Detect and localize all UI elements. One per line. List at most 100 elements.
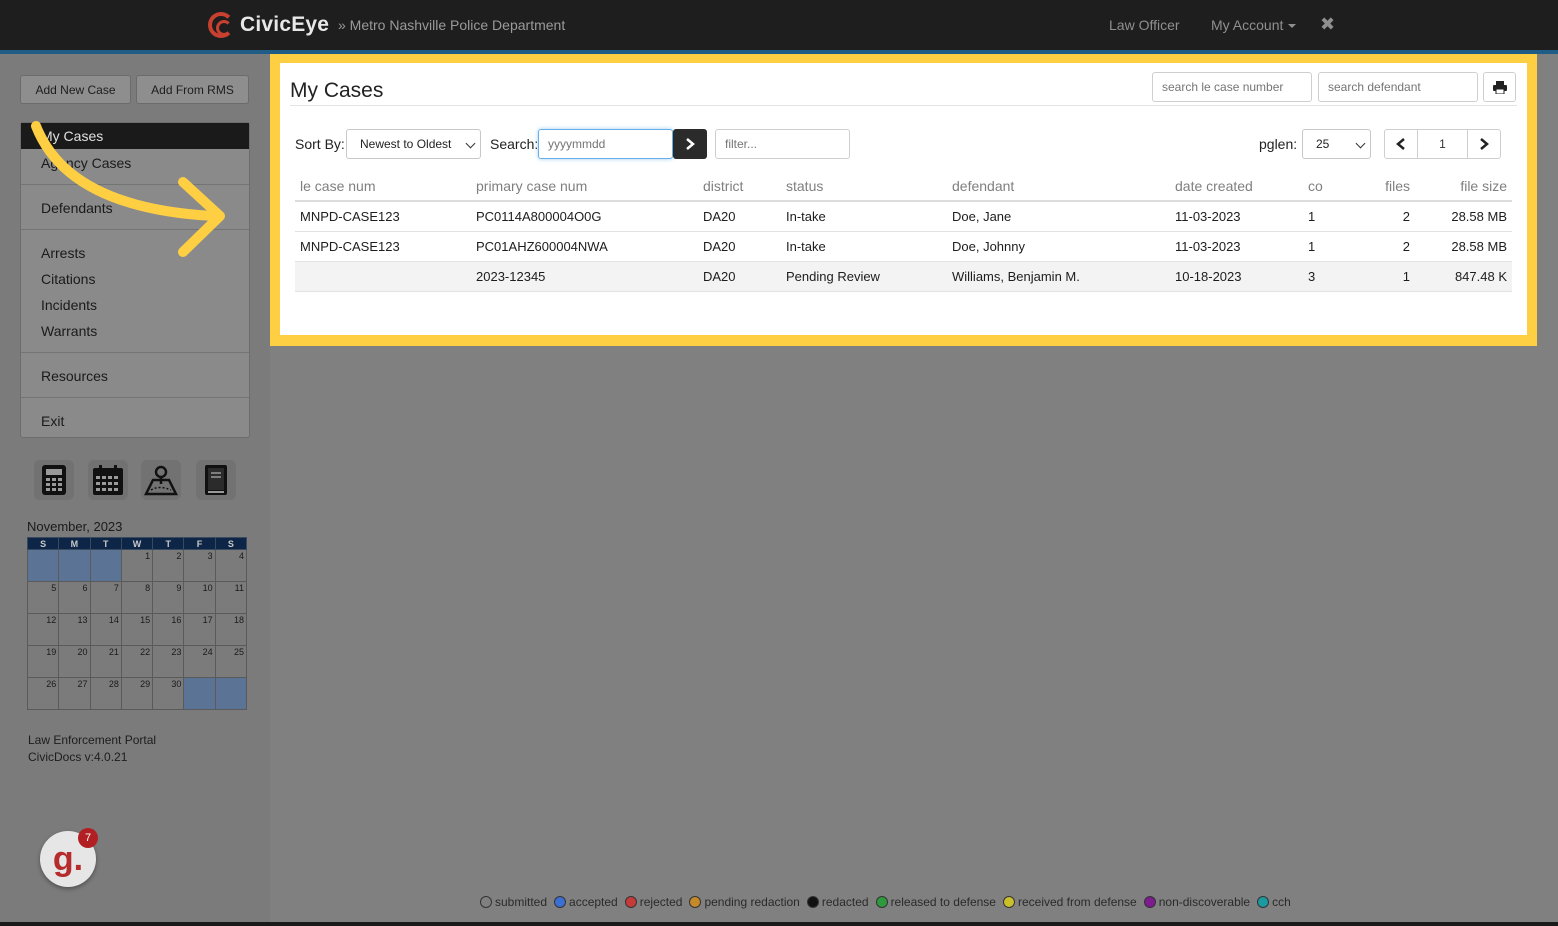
calendar-day[interactable]: 15	[120, 613, 154, 646]
department-name: » Metro Nashville Police Department	[338, 17, 566, 33]
column-header[interactable]: le case num	[295, 171, 471, 202]
calendar-day[interactable]: 11	[214, 581, 248, 614]
page-length-select[interactable]: 25	[1302, 129, 1371, 159]
nav-law-officer[interactable]: Law Officer	[1109, 17, 1180, 33]
calendar-day[interactable]: 18	[214, 613, 248, 646]
legend-label: rejected	[639, 895, 683, 909]
cell-primary-case-num: PC0114A800004O0G	[471, 201, 698, 232]
status-dot-icon	[1002, 896, 1015, 908]
calendar-weekday: T	[152, 537, 185, 550]
cell-le-case-num: MNPD-CASE123	[295, 231, 471, 262]
calendar-day[interactable]: 20	[58, 645, 91, 678]
cell-files: 2	[1339, 201, 1415, 232]
map-icon[interactable]	[141, 460, 181, 500]
calendar-day[interactable]: 16	[152, 613, 185, 646]
calendar-day[interactable]: 6	[58, 581, 91, 614]
calendar-day[interactable]: 29	[120, 677, 154, 710]
add-new-case-button[interactable]: Add New Case	[20, 75, 131, 104]
previous-page-button[interactable]	[1384, 129, 1418, 159]
legend-item: submitted	[480, 895, 547, 909]
cell-district: DA20	[698, 261, 781, 292]
calendar-weekday: S	[26, 537, 60, 550]
column-header[interactable]: file size	[1415, 171, 1512, 202]
close-icon[interactable]: ✖	[1320, 14, 1335, 35]
calendar-day[interactable]: 1	[120, 549, 154, 582]
search-go-button[interactable]	[673, 129, 707, 159]
column-header[interactable]: defendant	[947, 171, 1170, 202]
table-row[interactable]: 2023-12345 DA20 Pending Review Williams,…	[295, 261, 1512, 292]
calendar-day[interactable]: 5	[26, 581, 60, 614]
legend-item: non-discoverable	[1143, 895, 1251, 909]
status-legend: submitted accepted rejected pending redacti…	[480, 895, 1291, 909]
calendar-day[interactable]: 28	[89, 677, 122, 710]
calendar-day[interactable]: 19	[26, 645, 60, 678]
calendar-day[interactable]: 30	[152, 677, 185, 710]
legend-label: non-discoverable	[1158, 895, 1251, 909]
sort-select[interactable]: Newest to Oldest	[346, 129, 481, 159]
status-dot-icon	[554, 896, 567, 908]
title-divider	[290, 105, 1517, 106]
calendar-day[interactable]: 23	[152, 645, 185, 678]
status-dot-icon	[624, 896, 637, 908]
sidebar-item-warrants[interactable]: Warrants	[41, 323, 97, 339]
calendar-day[interactable]: 8	[120, 581, 154, 614]
search-defendant-input[interactable]	[1318, 72, 1478, 102]
annotation-arrow-icon	[31, 121, 225, 257]
calendar-day[interactable]: 26	[26, 677, 60, 710]
legend-label: pending redaction	[704, 895, 800, 909]
column-header[interactable]: co	[1303, 171, 1339, 202]
nav-my-account[interactable]: My Account	[1211, 17, 1297, 33]
calendar-day[interactable]: 27	[58, 677, 91, 710]
calculator-icon[interactable]	[34, 460, 74, 500]
calendar-day[interactable]: 2	[152, 549, 185, 582]
column-header[interactable]: files	[1339, 171, 1415, 202]
filter-input[interactable]	[715, 129, 850, 159]
column-header[interactable]: district	[698, 171, 781, 202]
date-search-input[interactable]	[538, 129, 673, 159]
book-icon[interactable]	[196, 460, 236, 500]
cell-co: 1	[1303, 231, 1339, 262]
brand[interactable]: CivicEye	[208, 11, 329, 39]
calendar-day[interactable]: 24	[183, 645, 216, 678]
column-header[interactable]: date created	[1170, 171, 1303, 202]
calendar-icon[interactable]	[88, 460, 128, 500]
table-row[interactable]: MNPD-CASE123 PC01AHZ600004NWA DA20 In-ta…	[295, 231, 1512, 262]
calendar-empty-cell	[214, 677, 248, 710]
calendar-empty-cell	[58, 549, 91, 582]
cell-files: 1	[1339, 261, 1415, 292]
calendar-day[interactable]: 3	[183, 549, 216, 582]
civiceye-logo-icon	[208, 12, 234, 38]
legend-label: redacted	[821, 895, 869, 909]
print-button[interactable]	[1483, 72, 1516, 102]
sidebar-item-exit[interactable]: Exit	[41, 413, 64, 429]
calendar-day[interactable]: 21	[89, 645, 122, 678]
legend-item: accepted	[554, 895, 618, 909]
print-icon	[1492, 80, 1507, 94]
calendar-day[interactable]: 17	[183, 613, 216, 646]
cell-file-size: 28.58 MB	[1415, 231, 1512, 262]
calendar-day[interactable]: 13	[58, 613, 91, 646]
page-number-field[interactable]: 1	[1417, 129, 1468, 159]
calendar-day[interactable]: 14	[89, 613, 122, 646]
sidebar-item-incidents[interactable]: Incidents	[41, 297, 97, 313]
calendar-day[interactable]: 7	[89, 581, 122, 614]
calendar-day[interactable]: 22	[120, 645, 154, 678]
add-from-rms-button[interactable]: Add From RMS	[136, 75, 249, 104]
sidebar-item-resources[interactable]: Resources	[41, 368, 108, 384]
calendar-day[interactable]: 10	[183, 581, 216, 614]
column-header[interactable]: primary case num	[471, 171, 698, 202]
calendar-day[interactable]: 9	[152, 581, 185, 614]
next-page-button[interactable]	[1467, 129, 1501, 159]
status-dot-icon	[689, 896, 702, 908]
search-case-number-input[interactable]	[1152, 72, 1312, 102]
cell-defendant: Doe, Jane	[947, 201, 1170, 232]
calendar-day[interactable]: 25	[214, 645, 248, 678]
sidebar-item-citations[interactable]: Citations	[41, 271, 95, 287]
menu-divider	[21, 397, 249, 398]
cell-primary-case-num: 2023-12345	[471, 261, 698, 292]
calendar-day[interactable]: 12	[26, 613, 60, 646]
calendar-weekday: T	[89, 537, 122, 550]
column-header[interactable]: status	[781, 171, 947, 202]
table-row[interactable]: MNPD-CASE123 PC0114A800004O0G DA20 In-ta…	[295, 201, 1512, 232]
calendar-day[interactable]: 4	[214, 549, 248, 582]
